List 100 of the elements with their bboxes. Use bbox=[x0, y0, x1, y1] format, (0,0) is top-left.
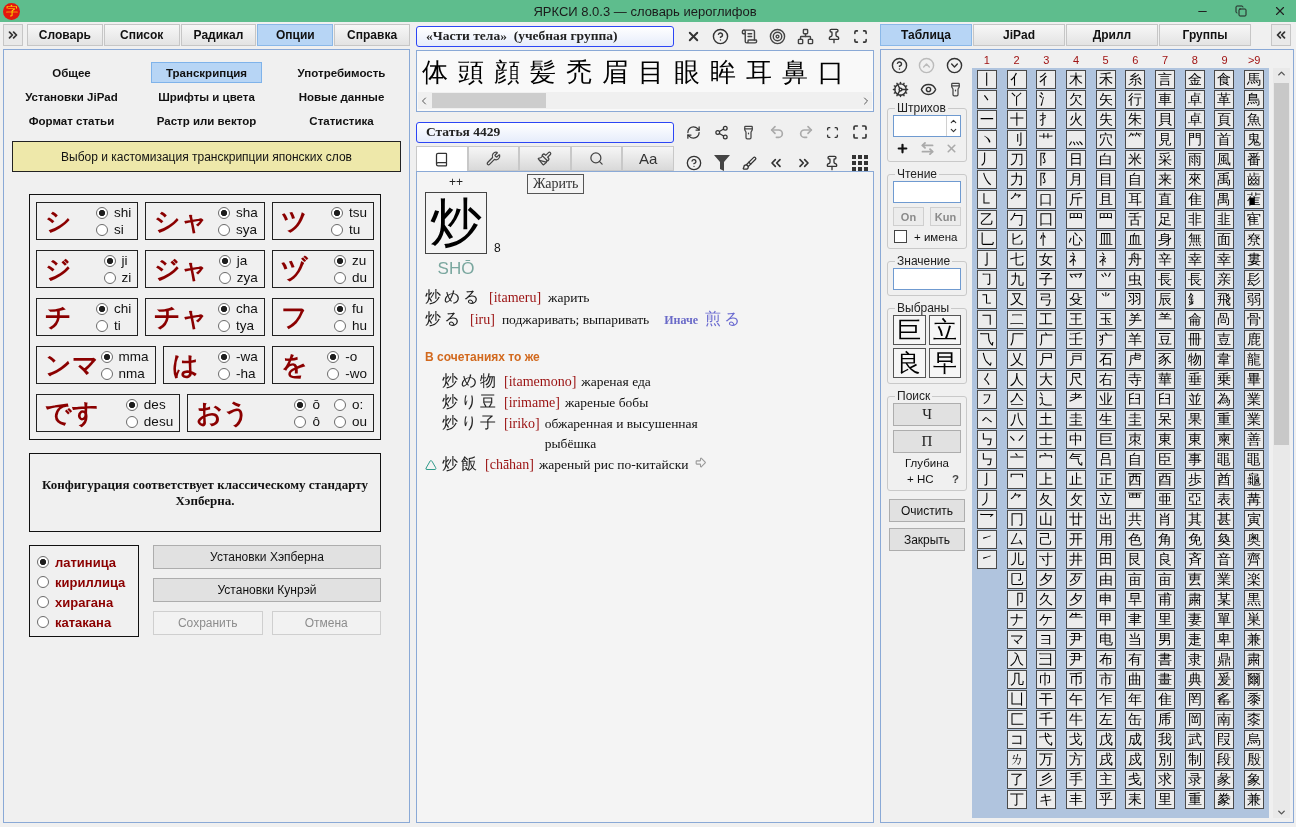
tab[interactable]: Список bbox=[103, 24, 180, 46]
radical-cell[interactable]: 用 bbox=[1095, 530, 1116, 549]
kanji-item[interactable]: 眉 bbox=[602, 55, 628, 92]
radical-cell[interactable]: 彖 bbox=[1214, 770, 1235, 789]
radical-cell[interactable]: 心 bbox=[1065, 230, 1086, 249]
radio-button[interactable] bbox=[218, 254, 231, 267]
radical-cell[interactable]: 囗 bbox=[1036, 210, 1057, 229]
radical-cell[interactable]: 粛 bbox=[1184, 590, 1205, 609]
radical-cell[interactable]: 鬼 bbox=[1244, 130, 1265, 149]
help-icon[interactable] bbox=[891, 56, 909, 74]
radical-cell[interactable]: 穴 bbox=[1095, 130, 1116, 149]
radical-cell[interactable]: 衤 bbox=[1095, 250, 1116, 269]
checkbox[interactable] bbox=[894, 230, 907, 243]
radical-cell[interactable]: 左 bbox=[1095, 710, 1116, 729]
radical-cell[interactable]: 口 bbox=[1036, 190, 1057, 209]
scroll-down-icon[interactable] bbox=[1276, 807, 1287, 818]
radical-cell[interactable]: ㇂ bbox=[976, 350, 997, 369]
section-tab[interactable]: Установки JiPad bbox=[10, 86, 133, 107]
radical-cell[interactable]: 气 bbox=[1065, 450, 1086, 469]
radical-cell[interactable]: 肖 bbox=[1155, 510, 1176, 529]
radical-cell[interactable]: 戊 bbox=[1095, 730, 1116, 749]
radio-button[interactable] bbox=[327, 350, 340, 363]
radical-cell[interactable]: 侖 bbox=[1184, 310, 1205, 329]
tab[interactable]: JiPad bbox=[973, 24, 1065, 46]
radical-cell[interactable]: 身 bbox=[1155, 230, 1176, 249]
radical-cell[interactable]: 段 bbox=[1214, 750, 1235, 769]
kanji-button[interactable]: 立 bbox=[928, 315, 961, 345]
section-tab[interactable]: Растр или вектор bbox=[141, 110, 272, 131]
radical-cell[interactable]: 辶 bbox=[1036, 390, 1057, 409]
radical-cell[interactable]: 爾 bbox=[1244, 670, 1265, 689]
radical-cell[interactable]: 臣 bbox=[1155, 450, 1176, 469]
radical-cell[interactable]: 舌 bbox=[1125, 210, 1146, 229]
nodes-icon[interactable] bbox=[713, 124, 729, 140]
radical-cell[interactable]: 善 bbox=[1244, 430, 1265, 449]
radical-cell[interactable]: 有 bbox=[1125, 650, 1146, 669]
radical-cell[interactable]: 里 bbox=[1155, 790, 1176, 809]
radical-cell[interactable]: 王 bbox=[1065, 310, 1086, 329]
radical-cell[interactable]: 色 bbox=[1125, 530, 1146, 549]
section-tab[interactable]: Общее bbox=[37, 62, 106, 83]
variant-link[interactable]: 煎る bbox=[705, 309, 744, 330]
radical-cell[interactable]: 黍 bbox=[1244, 690, 1265, 709]
radical-cell[interactable]: 寸 bbox=[1036, 550, 1057, 569]
radical-cell[interactable]: 鳥 bbox=[1244, 90, 1265, 109]
radical-cell[interactable]: 丿 bbox=[976, 150, 997, 169]
refresh-icon[interactable] bbox=[686, 124, 702, 140]
search-button[interactable]: П bbox=[893, 430, 961, 453]
radical-cell[interactable]: 豢 bbox=[1214, 790, 1235, 809]
radical-cell[interactable]: 乚 bbox=[976, 230, 997, 249]
radical-cell[interactable]: 巣 bbox=[1244, 610, 1265, 629]
article-tab[interactable] bbox=[467, 146, 520, 171]
radical-cell[interactable]: 万 bbox=[1036, 750, 1057, 769]
radical-cell[interactable]: 目 bbox=[1095, 170, 1116, 189]
radical-cell[interactable]: ㇇ bbox=[976, 390, 997, 409]
radical-cell[interactable]: 二 bbox=[1006, 310, 1027, 329]
radical-cell[interactable]: 言 bbox=[1155, 70, 1176, 89]
kanji-item[interactable]: 口 bbox=[818, 55, 844, 92]
radical-cell[interactable]: 来 bbox=[1155, 170, 1176, 189]
radio-button[interactable] bbox=[100, 367, 113, 380]
article-tab[interactable] bbox=[416, 146, 468, 171]
radical-cell[interactable]: 力 bbox=[1006, 170, 1027, 189]
radical-cell[interactable]: ケ bbox=[1036, 610, 1057, 629]
radio-button[interactable] bbox=[218, 350, 230, 363]
radical-cell[interactable]: 呆 bbox=[1155, 410, 1176, 429]
radio-button[interactable] bbox=[333, 271, 346, 284]
radical-cell[interactable]: 石 bbox=[1095, 350, 1116, 369]
radio-button[interactable] bbox=[333, 398, 346, 411]
radical-cell[interactable]: 殷 bbox=[1244, 750, 1265, 769]
kanji-item[interactable]: 頭 bbox=[458, 55, 484, 92]
radical-cell[interactable]: 早 bbox=[1125, 590, 1146, 609]
radical-cell[interactable]: ㇕ bbox=[976, 310, 997, 329]
radical-cell[interactable]: 中 bbox=[1065, 430, 1086, 449]
scroll-up-icon[interactable] bbox=[1276, 68, 1287, 79]
radical-cell[interactable]: 食 bbox=[1214, 70, 1235, 89]
radical-cell[interactable]: 咼 bbox=[1214, 310, 1235, 329]
radical-cell[interactable]: 西 bbox=[1125, 470, 1146, 489]
radical-cell[interactable]: 戍 bbox=[1125, 750, 1146, 769]
radical-cell[interactable]: 夂 bbox=[1036, 490, 1057, 509]
radical-cell[interactable]: 干 bbox=[1036, 690, 1057, 709]
radical-cell[interactable]: 九 bbox=[1006, 270, 1027, 289]
radical-cell[interactable]: 乙 bbox=[976, 210, 997, 229]
radical-cell[interactable]: 良 bbox=[1155, 550, 1176, 569]
radical-cell[interactable]: 革 bbox=[1214, 90, 1235, 109]
radical-cell[interactable]: 隹 bbox=[1155, 690, 1176, 709]
radical-cell[interactable]: 別 bbox=[1155, 750, 1176, 769]
radical-cell[interactable]: 田 bbox=[1095, 550, 1116, 569]
reading-input[interactable] bbox=[893, 181, 961, 203]
radical-cell[interactable]: 䍃 bbox=[1214, 690, 1235, 709]
radical-cell[interactable]: ㇅ bbox=[976, 290, 997, 309]
help-mark[interactable]: ? bbox=[951, 473, 959, 485]
kanji-item[interactable]: 体 bbox=[422, 55, 448, 92]
radical-cell[interactable]: 月 bbox=[1065, 170, 1086, 189]
radical-cell[interactable]: 典 bbox=[1184, 670, 1205, 689]
radical-cell[interactable]: 矢 bbox=[1095, 90, 1116, 109]
radical-cell[interactable]: 耂 bbox=[1065, 390, 1086, 409]
kanji-item[interactable]: 眸 bbox=[710, 55, 736, 92]
radical-cell[interactable]: 奐 bbox=[1214, 530, 1235, 549]
radical-cell[interactable]: 酉 bbox=[1155, 470, 1176, 489]
radical-cell[interactable]: 忄 bbox=[1036, 230, 1057, 249]
grid-icon[interactable] bbox=[852, 155, 868, 171]
radical-cell[interactable]: 爰 bbox=[1214, 670, 1235, 689]
